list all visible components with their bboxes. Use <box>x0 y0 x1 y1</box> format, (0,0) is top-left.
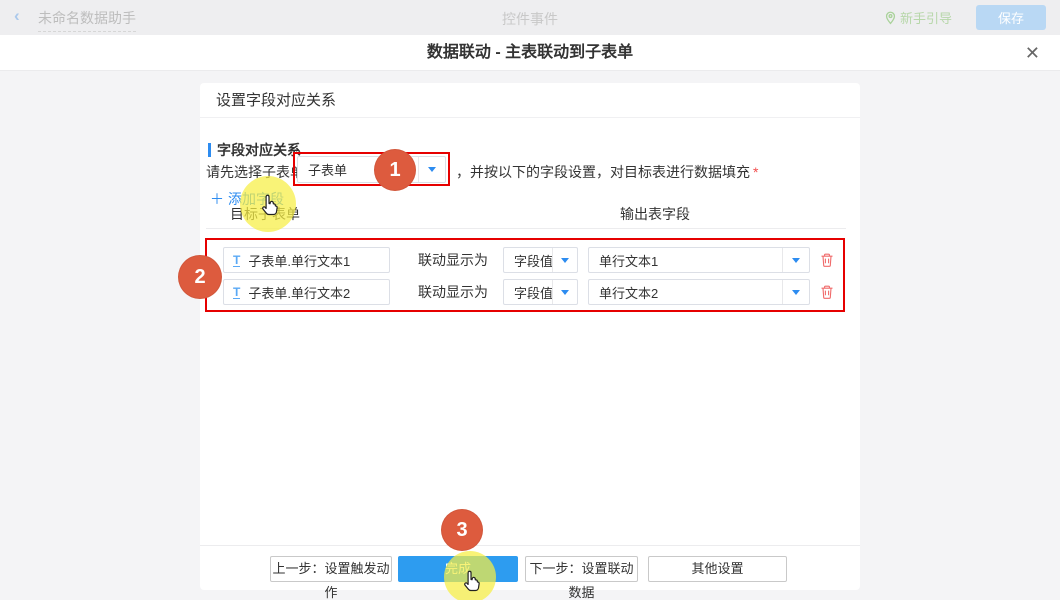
subform-select[interactable]: 子表单 <box>297 156 446 183</box>
subform-select-value: 子表单 <box>298 160 418 179</box>
section-label: 字段对应关系 <box>217 140 301 160</box>
output-field-value: 单行文本2 <box>589 283 782 302</box>
text-field-icon: T <box>233 254 240 267</box>
trash-icon <box>819 284 835 300</box>
save-button[interactable]: 保存 <box>976 5 1046 30</box>
link-display-label: 联动显示为 <box>418 279 488 305</box>
link-display-label: 联动显示为 <box>418 247 488 273</box>
target-field-value: 子表单.单行文本1 <box>248 251 350 270</box>
section-accent-bar <box>208 143 211 157</box>
section-header: 字段对应关系 <box>208 140 301 160</box>
trash-icon <box>819 252 835 268</box>
chevron-down-icon[interactable] <box>782 248 809 272</box>
chevron-down-icon[interactable] <box>552 280 577 304</box>
mode-select-value: 字段值 <box>504 283 552 302</box>
text-field-icon: T <box>233 286 240 299</box>
panel-title: 设置字段对应关系 <box>200 83 860 118</box>
target-field-box[interactable]: T 子表单.单行文本2 <box>223 279 390 305</box>
output-field-select[interactable]: 单行文本1 <box>588 247 810 273</box>
field-mapping-panel: 设置字段对应关系 字段对应关系 请先选择子表单 子表单 ，并按以下的字段设置，对… <box>200 83 860 590</box>
column-header-output: 输出表字段 <box>620 204 690 224</box>
chevron-down-icon[interactable] <box>552 248 577 272</box>
modal-header: 数据联动 - 主表联动到子表单 ✕ <box>0 35 1060 71</box>
target-field-box[interactable]: T 子表单.单行文本1 <box>223 247 390 273</box>
column-header-target: 目标子表单 <box>230 204 300 224</box>
screen: ‹ 未命名数据助手 控件事件 新手引导 保存 数据联动 - 主表联动到子表单 ✕… <box>0 0 1060 600</box>
back-icon[interactable]: ‹ <box>14 6 20 26</box>
guide-label: 新手引导 <box>900 8 952 27</box>
divider <box>200 545 860 546</box>
location-pin-icon <box>885 11 896 25</box>
output-field-value: 单行文本1 <box>589 251 782 270</box>
mapping-row: T 子表单.单行文本1 联动显示为 字段值 单行文本1 <box>200 247 860 273</box>
mode-select[interactable]: 字段值 <box>503 247 578 273</box>
delete-row-button[interactable] <box>819 284 835 300</box>
output-field-select[interactable]: 单行文本2 <box>588 279 810 305</box>
mode-select-value: 字段值 <box>504 251 552 270</box>
guide-link[interactable]: 新手引导 <box>885 8 952 27</box>
app-title: 未命名数据助手 <box>38 8 136 32</box>
delete-row-button[interactable] <box>819 252 835 268</box>
done-button[interactable]: 完成 <box>398 556 518 582</box>
plus-icon: ＋ <box>210 191 224 207</box>
chevron-down-icon[interactable] <box>418 157 445 182</box>
prev-step-button[interactable]: 上一步：设置触发动作 <box>270 556 392 582</box>
next-step-button[interactable]: 下一步：设置联动数据 <box>525 556 638 582</box>
target-field-value: 子表单.单行文本2 <box>248 283 350 302</box>
modal-title: 数据联动 - 主表联动到子表单 <box>0 35 1060 70</box>
mapping-row: T 子表单.单行文本2 联动显示为 字段值 单行文本2 <box>200 279 860 305</box>
required-mark: * <box>753 164 758 180</box>
subform-select-label: 请先选择子表单 <box>206 162 304 182</box>
close-icon[interactable]: ✕ <box>1025 42 1040 64</box>
subform-select-suffix: ，并按以下的字段设置，对目标表进行数据填充* <box>456 162 758 182</box>
divider <box>206 228 846 229</box>
chevron-down-icon[interactable] <box>782 280 809 304</box>
mode-select[interactable]: 字段值 <box>503 279 578 305</box>
topbar: ‹ 未命名数据助手 控件事件 新手引导 保存 <box>0 0 1060 36</box>
other-settings-button[interactable]: 其他设置 <box>648 556 787 582</box>
